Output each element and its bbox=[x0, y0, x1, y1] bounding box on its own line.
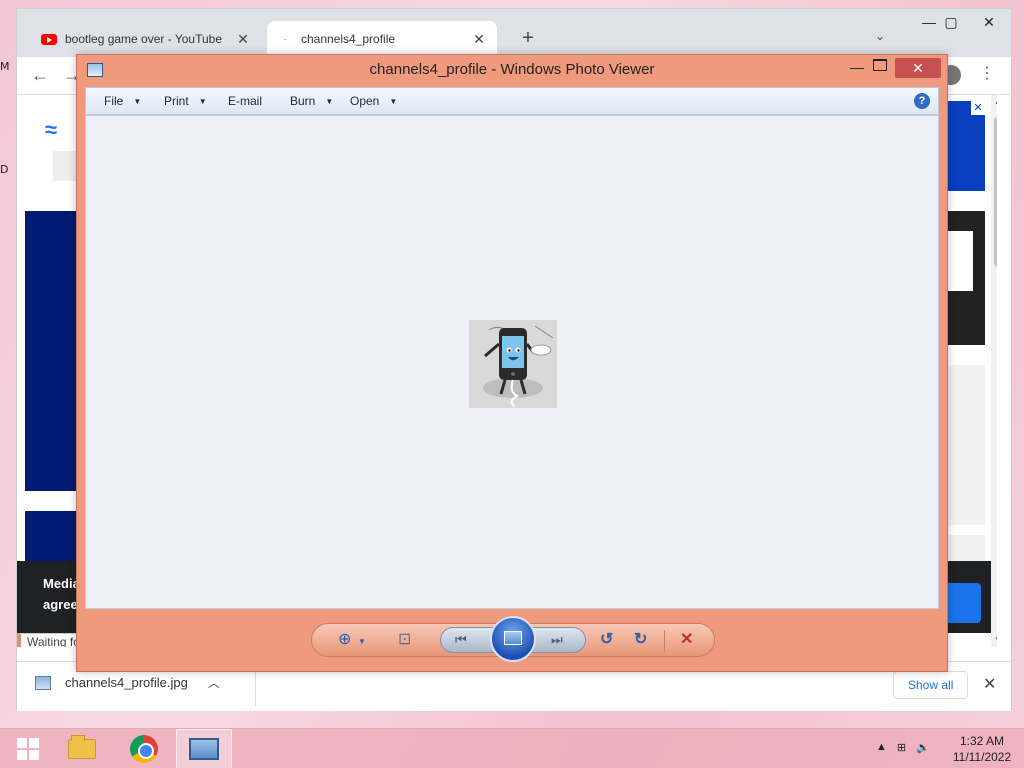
menu-label: Burn bbox=[290, 94, 316, 108]
menu-label: Open bbox=[350, 94, 380, 108]
scrollbar-thumb[interactable] bbox=[994, 117, 997, 267]
taskbar: ▲ ⊞ 🔈 1:32 AM 11/11/2022 bbox=[0, 728, 1024, 768]
menu-label: File bbox=[104, 94, 124, 108]
site-logo-icon: ≈ bbox=[45, 117, 58, 142]
dropdown-caret-icon: ▼ bbox=[389, 96, 398, 106]
maximize-button[interactable] bbox=[873, 59, 887, 71]
menu-label: Print bbox=[164, 94, 189, 108]
divider bbox=[664, 630, 665, 652]
menu-label: E-mail bbox=[228, 94, 263, 108]
cookie-text-line: Media bbox=[43, 576, 80, 591]
window-title: channels4_profile - Windows Photo Viewer bbox=[369, 61, 655, 78]
download-bar-close-icon[interactable]: ✕ bbox=[983, 674, 996, 694]
youtube-icon bbox=[41, 31, 57, 47]
loading-icon: · bbox=[283, 33, 287, 45]
zoom-icon[interactable]: ⊕ bbox=[338, 630, 351, 650]
tab-youtube[interactable]: bootleg game over - YouTube ✕ bbox=[31, 21, 261, 57]
menu-email[interactable]: E-mail bbox=[228, 94, 262, 108]
tab-search-icon[interactable]: ⌄ bbox=[875, 29, 885, 43]
photo-viewer-window: channels4_profile - Windows Photo Viewer… bbox=[76, 54, 948, 672]
show-all-button[interactable]: Show all bbox=[893, 671, 969, 699]
image-canvas bbox=[85, 115, 939, 609]
clock-time: 1:32 AM bbox=[959, 734, 1005, 748]
next-icon[interactable]: ⏭ bbox=[551, 630, 563, 650]
tab-strip: bootleg game over - YouTube ✕ · channels… bbox=[17, 9, 1011, 57]
slideshow-button[interactable] bbox=[490, 616, 536, 662]
rotate-clockwise-icon[interactable]: ↻ bbox=[634, 630, 647, 650]
page-scrollbar[interactable]: ▲ ▼ bbox=[991, 95, 997, 647]
desktop-edge-glyph: M bbox=[0, 60, 10, 73]
tab-close-icon[interactable]: ✕ bbox=[471, 31, 487, 48]
dropdown-caret-icon: ▼ bbox=[325, 96, 334, 106]
volume-icon[interactable]: 🔈 bbox=[916, 741, 930, 754]
tab-channels4-profile[interactable]: · channels4_profile ✕ bbox=[267, 21, 497, 57]
close-button[interactable]: ✕ bbox=[967, 11, 1011, 33]
delete-icon[interactable]: ✕ bbox=[680, 630, 693, 650]
page-banner bbox=[25, 211, 79, 491]
folder-icon bbox=[68, 735, 96, 759]
close-button[interactable]: ✕ bbox=[895, 58, 941, 78]
network-icon[interactable]: ⊞ bbox=[897, 741, 906, 754]
minimize-button[interactable]: — bbox=[847, 59, 867, 75]
zoom-dropdown-icon[interactable]: ▼ bbox=[358, 632, 366, 652]
clock-date: 11/11/2022 bbox=[952, 750, 1012, 764]
scroll-up-icon[interactable]: ▲ bbox=[994, 97, 997, 106]
help-icon[interactable]: ? bbox=[914, 93, 930, 109]
page-banner bbox=[25, 511, 79, 561]
tab-label: channels4_profile bbox=[301, 32, 396, 46]
phone-character-image bbox=[469, 320, 557, 408]
taskbar-photo-viewer[interactable] bbox=[176, 729, 232, 768]
image-file-icon bbox=[35, 675, 51, 690]
slideshow-icon bbox=[504, 631, 522, 645]
cookie-text: Media agree bbox=[43, 573, 80, 615]
download-item[interactable]: channels4_profile.jpg ︿ bbox=[35, 674, 220, 691]
back-arrow-icon[interactable]: ← bbox=[31, 65, 49, 86]
new-tab-button[interactable]: + bbox=[517, 27, 539, 50]
menu-burn[interactable]: Burn ▼ bbox=[290, 94, 333, 108]
dropdown-caret-icon: ▼ bbox=[133, 96, 142, 106]
download-filename: channels4_profile.jpg bbox=[65, 675, 188, 690]
taskbar-chrome[interactable] bbox=[116, 729, 172, 768]
system-tray: ▲ ⊞ 🔈 bbox=[876, 741, 930, 754]
viewer-controls: ⊕ ▼ ⊡ ⏮ ⏭ ↺ ↻ ✕ bbox=[311, 616, 715, 662]
menu-kebab-icon[interactable]: ⋮ bbox=[979, 63, 995, 83]
tab-close-icon[interactable]: ✕ bbox=[235, 31, 251, 48]
previous-icon[interactable]: ⏮ bbox=[455, 630, 467, 650]
dropdown-caret-icon: ▼ bbox=[198, 96, 207, 106]
cookie-text-line: agree bbox=[43, 597, 78, 612]
show-hidden-icons-icon[interactable]: ▲ bbox=[876, 741, 887, 754]
menu-print[interactable]: Print ▼ bbox=[164, 94, 207, 108]
divider bbox=[255, 668, 256, 706]
menu-open[interactable]: Open ▼ bbox=[350, 94, 397, 108]
menu-file[interactable]: File ▼ bbox=[104, 94, 141, 108]
start-button[interactable] bbox=[0, 729, 56, 768]
scroll-down-icon[interactable]: ▼ bbox=[994, 635, 997, 644]
rotate-counterclockwise-icon[interactable]: ↺ bbox=[600, 630, 613, 650]
chrome-icon bbox=[130, 735, 158, 763]
tab-label: bootleg game over - YouTube bbox=[65, 32, 223, 46]
clock[interactable]: 1:32 AM 11/11/2022 bbox=[944, 733, 1020, 765]
menu-bar: File ▼ Print ▼ E-mail Burn ▼ Open ▼ ? bbox=[85, 87, 939, 115]
photo-viewer-icon bbox=[189, 738, 219, 760]
desktop-edge-glyph: D bbox=[0, 163, 9, 176]
displayed-photo bbox=[469, 320, 557, 408]
windows-logo-icon bbox=[17, 738, 39, 760]
ad-close-icon[interactable]: ✕ bbox=[971, 101, 985, 115]
chevron-up-icon[interactable]: ︿ bbox=[208, 674, 220, 691]
taskbar-file-explorer[interactable] bbox=[54, 729, 110, 768]
actual-size-icon[interactable]: ⊡ bbox=[398, 630, 411, 650]
